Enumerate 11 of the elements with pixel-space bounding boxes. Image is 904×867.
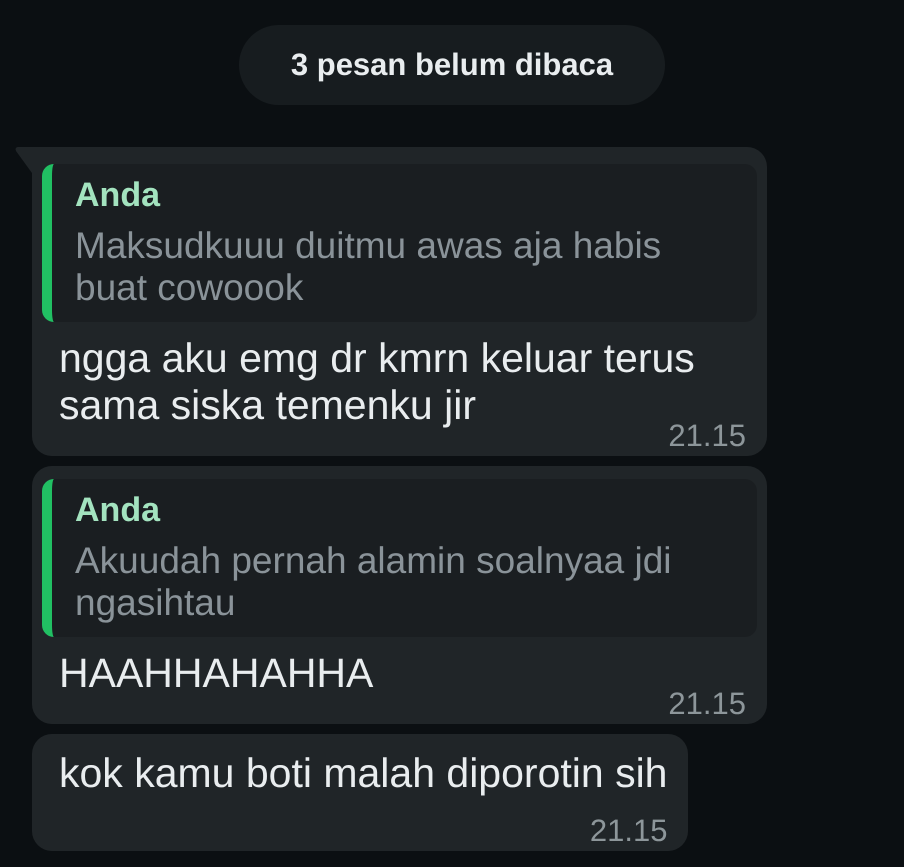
quote-text: Akuudah pernah alamin soalnyaa jdi ngasihtau	[75, 540, 673, 624]
quoted-message[interactable]: Anda Akuudah pernah alamin soalnyaa jdi ngasihtau	[42, 479, 757, 637]
message-text: kok kamu boti malah diporotin sih	[59, 750, 668, 797]
message-time: 21.15	[668, 691, 746, 717]
quote-author: Anda	[75, 490, 162, 530]
quote-author: Anda	[75, 175, 162, 215]
quoted-message[interactable]: Anda Maksudkuuu duitmu awas aja habis buat cowoook	[42, 164, 757, 322]
quote-text: Maksudkuuu duitmu awas aja habis buat cowoook	[75, 225, 662, 309]
message-time: 21.15	[590, 818, 668, 844]
message-text: HAAHHAHAHHA	[59, 650, 374, 697]
unread-messages-banner: 3 pesan belum dibaca	[238, 25, 666, 105]
